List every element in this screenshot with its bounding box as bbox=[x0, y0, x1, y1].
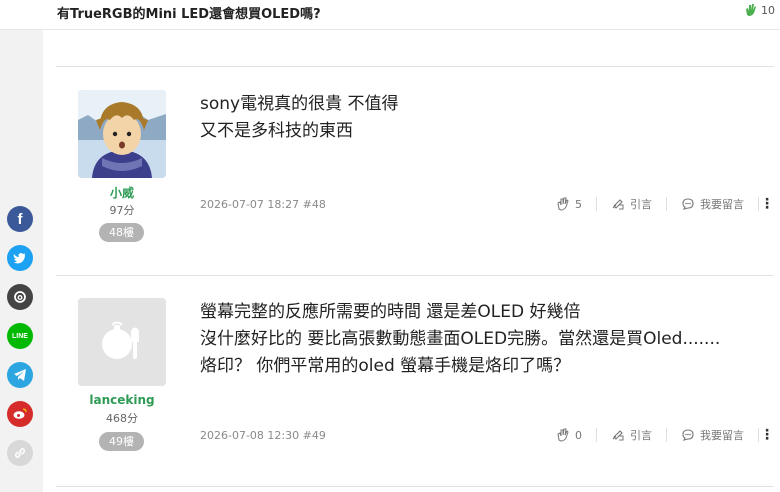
reply-button[interactable]: 我要留言 bbox=[681, 427, 744, 443]
divider bbox=[666, 428, 667, 442]
user-avatar[interactable] bbox=[78, 298, 166, 386]
more-options-icon[interactable]: ⋮ bbox=[760, 196, 774, 212]
post-line: 螢幕完整的反應所需要的時間 還是差OLED 好幾倍 bbox=[200, 302, 581, 322]
like-count: 5 bbox=[575, 197, 582, 211]
user-avatar[interactable] bbox=[78, 90, 166, 178]
username[interactable]: lanceking bbox=[56, 393, 188, 407]
reply-label: 我要留言 bbox=[700, 198, 744, 211]
quote-button[interactable]: 引言 bbox=[611, 427, 652, 443]
post-content: 螢幕完整的反應所需要的時間 還是差OLED 好幾倍 沒什麼好比的 要比高張數動態… bbox=[200, 299, 720, 380]
threads-share-button[interactable] bbox=[7, 284, 33, 310]
post-actions: 0 引言 我要留言 bbox=[556, 427, 773, 443]
reply-label: 我要留言 bbox=[700, 429, 744, 442]
quote-icon bbox=[612, 199, 624, 210]
post-line: 又不是多科技的東西 bbox=[200, 121, 353, 141]
facebook-icon: f bbox=[17, 210, 23, 228]
divider bbox=[666, 197, 667, 211]
floor-badge: 48樓 bbox=[99, 223, 144, 242]
post-separator bbox=[56, 486, 774, 487]
quote-label: 引言 bbox=[630, 198, 652, 211]
username[interactable]: 小威 bbox=[56, 184, 188, 201]
post-line: 烙印？ 你們平常用的oled 螢幕手機是烙印了嗎？ bbox=[200, 356, 571, 376]
post-line: sony電視真的很貴 不值得 bbox=[200, 94, 399, 114]
line-share-button[interactable]: LINE bbox=[7, 323, 33, 349]
post-meta: 2026-07-07 18:27 #48 bbox=[200, 198, 326, 211]
weibo-share-button[interactable] bbox=[7, 401, 33, 427]
divider bbox=[758, 197, 759, 211]
reply-button[interactable]: 我要留言 bbox=[681, 196, 744, 212]
quote-button[interactable]: 引言 bbox=[611, 196, 652, 212]
link-icon bbox=[14, 447, 26, 459]
divider bbox=[596, 197, 597, 211]
clap-icon bbox=[557, 197, 569, 211]
post-meta: 2026-07-08 12:30 #49 bbox=[200, 429, 326, 442]
floor-badge: 49樓 bbox=[99, 432, 144, 451]
quote-label: 引言 bbox=[630, 429, 652, 442]
divider bbox=[758, 428, 759, 442]
quote-icon bbox=[612, 430, 624, 441]
user-points: 97分 bbox=[109, 204, 135, 217]
like-button[interactable]: 0 bbox=[556, 428, 582, 442]
twitter-share-button[interactable] bbox=[7, 245, 33, 271]
post-actions: 5 引言 我要留言 bbox=[556, 196, 773, 212]
thread-title: 有TrueRGB的Mini LED還會想買OLED嗎? bbox=[57, 7, 321, 22]
default-avatar-icon bbox=[78, 298, 166, 386]
comment-icon bbox=[682, 198, 694, 210]
top-bar: 有TrueRGB的Mini LED還會想買OLED嗎? 10 bbox=[0, 0, 780, 30]
telegram-share-button[interactable] bbox=[7, 362, 33, 388]
like-button[interactable]: 5 bbox=[556, 197, 582, 211]
user-points: 468分 bbox=[106, 412, 138, 425]
line-icon: LINE bbox=[12, 332, 28, 340]
post-content: sony電視真的很貴 不值得 又不是多科技的東西 bbox=[200, 91, 399, 145]
copy-link-button[interactable] bbox=[7, 440, 33, 466]
threads-icon bbox=[14, 291, 26, 303]
clap-count: 10 bbox=[761, 3, 775, 17]
facebook-share-button[interactable]: f bbox=[7, 206, 33, 232]
clap-icon bbox=[746, 4, 756, 16]
post-49: lanceking 468分 49樓 螢幕完整的反應所需要的時間 還是差OLED… bbox=[56, 276, 774, 486]
post-48: 小威 97分 48樓 sony電視真的很貴 不值得 又不是多科技的東西 2026… bbox=[56, 67, 774, 275]
clap-counter[interactable]: 10 bbox=[744, 3, 775, 17]
divider bbox=[596, 428, 597, 442]
clap-icon bbox=[557, 428, 569, 442]
more-options-icon[interactable]: ⋮ bbox=[760, 427, 774, 443]
post-line: 沒什麼好比的 要比高張數動態畫面OLED完勝。當然還是買Oled....... bbox=[200, 329, 721, 349]
telegram-icon bbox=[14, 369, 26, 381]
avatar-image bbox=[78, 90, 166, 178]
weibo-icon bbox=[13, 408, 27, 419]
twitter-icon bbox=[13, 253, 26, 264]
comment-icon bbox=[682, 429, 694, 441]
like-count: 0 bbox=[575, 428, 582, 442]
